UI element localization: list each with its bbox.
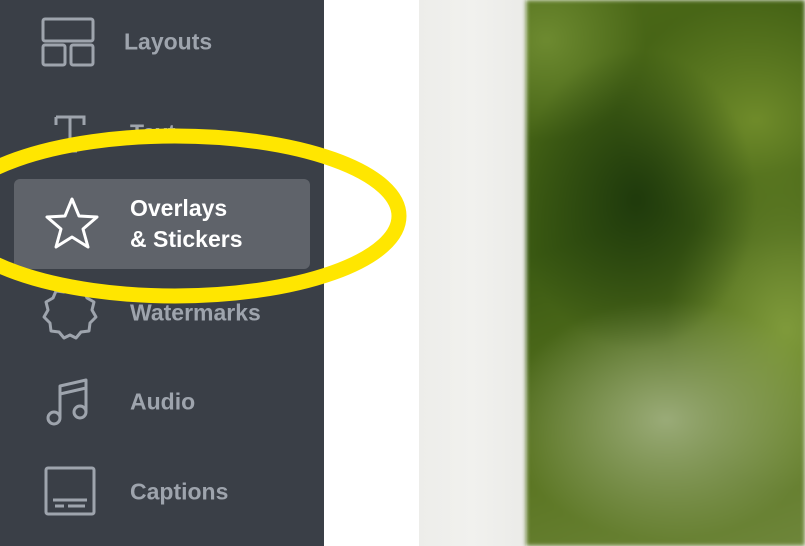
text-icon — [40, 103, 100, 163]
sidebar-item-label: Captions — [130, 478, 229, 505]
canvas-margin — [324, 0, 419, 546]
layout-icon — [38, 12, 98, 72]
sidebar-item-watermarks[interactable]: Watermarks — [14, 268, 310, 358]
sidebar: Layouts Text Overlays & Stickers Waterma… — [0, 0, 324, 546]
sidebar-item-label: Overlays & Stickers — [130, 194, 243, 252]
sidebar-item-overlays-stickers[interactable]: Overlays & Stickers — [14, 179, 310, 269]
sidebar-item-layouts[interactable]: Layouts — [14, 0, 310, 87]
canvas-background — [419, 0, 526, 546]
sidebar-item-label: Text — [130, 119, 176, 146]
badge-icon — [40, 283, 100, 343]
sidebar-item-label: Audio — [130, 388, 196, 415]
music-note-icon — [32, 372, 92, 432]
preview-image — [526, 0, 805, 546]
sidebar-item-captions[interactable]: Captions — [14, 447, 310, 537]
sidebar-item-label: Layouts — [124, 28, 213, 55]
captions-icon — [40, 462, 100, 522]
sidebar-item-label: Watermarks — [130, 299, 261, 326]
star-icon — [42, 194, 102, 254]
sidebar-item-text[interactable]: Text — [14, 88, 310, 178]
sidebar-item-audio[interactable]: Audio — [14, 357, 310, 447]
